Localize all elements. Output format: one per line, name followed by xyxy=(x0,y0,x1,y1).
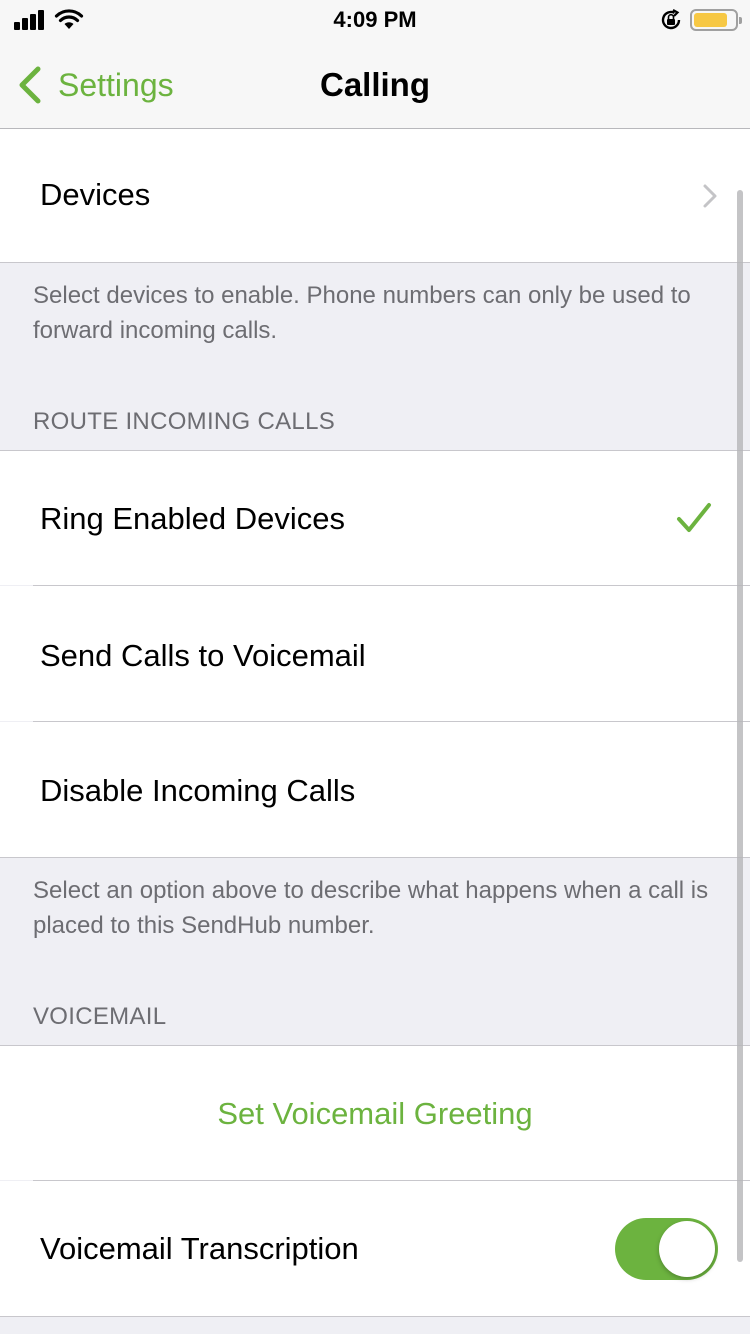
route-option-label: Send Calls to Voicemail xyxy=(40,638,366,673)
voicemail-transcription-label: Voicemail Transcription xyxy=(40,1231,359,1266)
battery-icon xyxy=(690,9,742,31)
separator xyxy=(0,857,750,858)
navigation-bar: Settings Calling xyxy=(0,40,750,129)
orientation-lock-icon xyxy=(661,9,681,30)
back-label: Settings xyxy=(58,66,174,103)
route-footer: Select an option above to describe what … xyxy=(33,877,709,939)
route-option-label: Disable Incoming Calls xyxy=(40,773,356,808)
voicemail-transcription-toggle[interactable] xyxy=(615,1218,718,1280)
devices-label: Devices xyxy=(40,177,151,212)
chevron-right-icon xyxy=(703,184,717,208)
separator xyxy=(0,1316,750,1317)
devices-footer: Select devices to enable. Phone numbers … xyxy=(33,282,691,344)
route-option-send-to-voicemail[interactable]: Send Calls to Voicemail xyxy=(0,586,750,721)
toggle-knob xyxy=(659,1221,715,1277)
route-option-ring-enabled-devices[interactable]: Ring Enabled Devices xyxy=(0,451,750,585)
status-time: 4:09 PM xyxy=(333,7,417,32)
back-button[interactable]: Settings xyxy=(16,64,174,106)
route-option-disable-incoming-calls[interactable]: Disable Incoming Calls xyxy=(0,722,750,857)
set-voicemail-greeting-button[interactable]: Set Voicemail Greeting xyxy=(0,1046,750,1180)
devices-cell[interactable]: Devices xyxy=(0,129,750,262)
route-option-label: Ring Enabled Devices xyxy=(40,501,346,536)
voicemail-section-header: VOICEMAIL xyxy=(33,1003,167,1030)
scrollbar[interactable] xyxy=(737,190,743,1262)
chevron-left-icon xyxy=(19,66,41,104)
separator xyxy=(0,262,750,263)
checkmark-icon xyxy=(677,503,711,532)
status-bar: 4:09 PM xyxy=(0,0,750,40)
set-voicemail-greeting-label: Set Voicemail Greeting xyxy=(217,1096,533,1131)
battery-level xyxy=(694,13,727,27)
route-section-header: ROUTE INCOMING CALLS xyxy=(33,408,336,435)
